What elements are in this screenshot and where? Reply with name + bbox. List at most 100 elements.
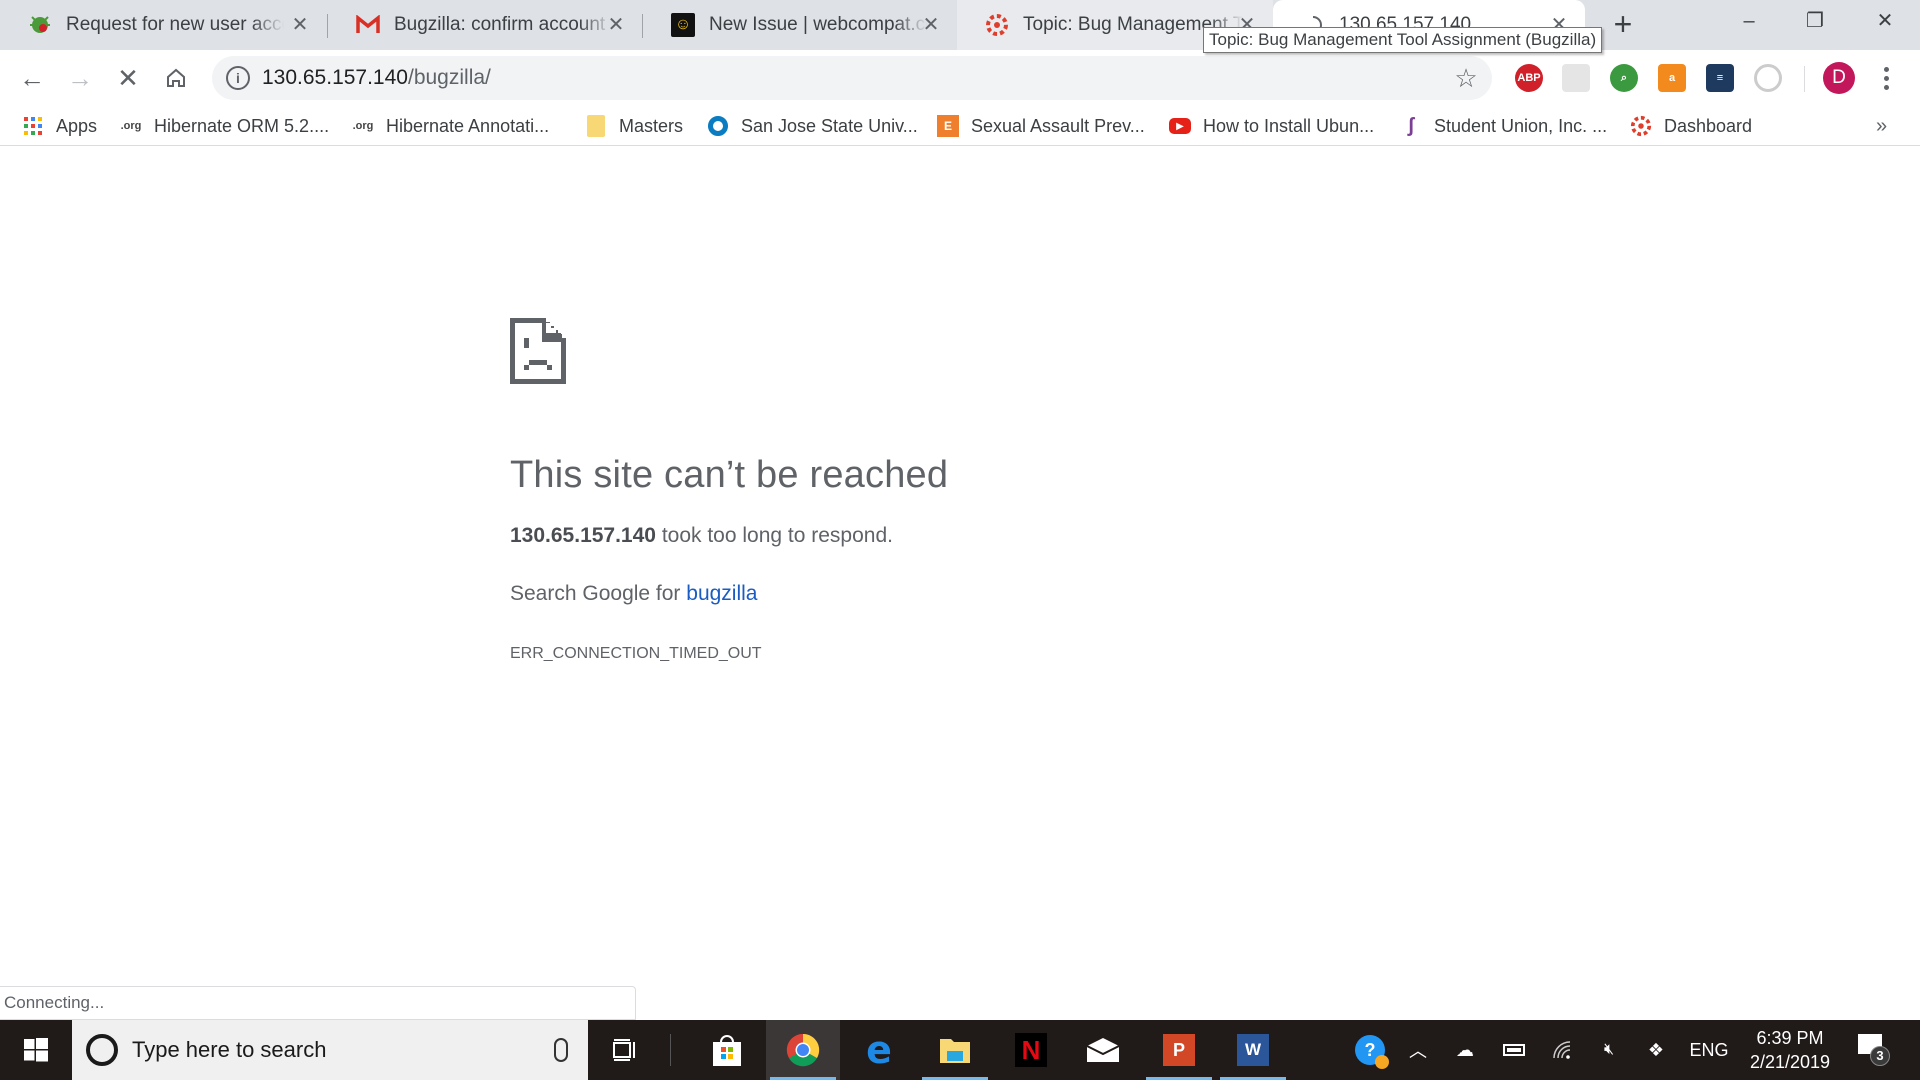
stop-button[interactable]: ✕ (108, 58, 148, 98)
chevron-up-icon: ︿ (1409, 1041, 1427, 1061)
close-window-button[interactable]: ✕ (1852, 0, 1918, 42)
tab-title: New Issue | webcompat.com (709, 14, 927, 35)
taskbar-edge[interactable]: e (842, 1020, 916, 1080)
bookmark-hibernate-annotations[interactable]: .org Hibernate Annotati... (352, 106, 550, 146)
error-message: took too long to respond. (655, 524, 893, 547)
search-extension-icon[interactable]: ⌕ (1610, 64, 1638, 92)
close-icon: ✕ (1876, 10, 1894, 32)
grey-extension-icon[interactable] (1562, 64, 1590, 92)
youtube-icon: ▶ (1169, 118, 1191, 134)
taskbar-search-box[interactable]: Type here to search (72, 1020, 588, 1080)
folder-icon (585, 115, 607, 137)
taskbar-netflix[interactable]: N (994, 1020, 1068, 1080)
taskbar-file-explorer[interactable] (918, 1020, 992, 1080)
dropbox-icon[interactable]: ❖ (1638, 1020, 1674, 1080)
word-icon: W (1237, 1034, 1269, 1066)
shopping-bag-extension-icon[interactable]: a (1658, 64, 1686, 92)
status-bubble: Connecting... (0, 986, 636, 1020)
forward-button[interactable]: → (60, 58, 100, 98)
address-bar[interactable]: i 130.65.157.140/bugzilla/ ☆ (212, 56, 1492, 100)
bookmark-student-union[interactable]: ʃ Student Union, Inc. ... (1400, 106, 1607, 146)
input-language[interactable]: ENG (1684, 1020, 1734, 1080)
taskbar-word[interactable]: W (1216, 1020, 1290, 1080)
bookmarks-bar: Apps .org Hibernate ORM 5.2.... .org Hib… (0, 106, 1920, 146)
restore-button[interactable]: ❐ (1782, 0, 1848, 42)
taskbar-microsoft-store[interactable] (690, 1020, 764, 1080)
battery-icon[interactable] (1496, 1020, 1532, 1080)
abp-label: ABP (1517, 72, 1541, 84)
info-icon[interactable]: i (226, 66, 250, 90)
bookmark-folder-masters[interactable]: Masters (585, 106, 683, 146)
suggestion-prefix: Search Google for (510, 582, 687, 605)
new-tab-button[interactable]: + (1606, 8, 1640, 42)
tab-title: Bugzilla: confirm account creation (394, 14, 612, 35)
start-button[interactable] (0, 1020, 72, 1080)
tab-tooltip: Topic: Bug Management Tool Assignment (B… (1203, 27, 1603, 53)
onedrive-icon[interactable]: ☁ (1446, 1020, 1484, 1080)
error-host: 130.65.157.140 (510, 524, 656, 547)
bugzilla-bug-icon (28, 13, 52, 37)
bookmark-sjsu[interactable]: San Jose State Univ... (707, 106, 918, 146)
microphone-icon[interactable] (554, 1038, 568, 1062)
system-clock[interactable]: 6:39 PM 2/21/2019 (1740, 1026, 1840, 1074)
bookmark-star-icon[interactable]: ☆ (1450, 62, 1482, 94)
toolbar-separator (1804, 66, 1805, 92)
close-tab-icon[interactable]: ✕ (288, 13, 312, 37)
url-host: 130.65.157.140 (262, 66, 408, 89)
bookmark-apps[interactable]: Apps (22, 106, 97, 146)
bookmarks-overflow-button[interactable]: » (1876, 106, 1887, 146)
error-code: ERR_CONNECTION_TIMED_OUT (510, 645, 762, 662)
task-view-icon (613, 1039, 635, 1061)
tab-webcompat[interactable]: ☺ New Issue | webcompat.com ✕ (643, 0, 957, 50)
restore-icon: ❐ (1806, 10, 1824, 32)
back-button[interactable]: ← (12, 58, 52, 98)
clock-date: 2/21/2019 (1749, 1052, 1831, 1072)
file-explorer-icon (940, 1039, 970, 1063)
profile-avatar[interactable]: D (1823, 62, 1855, 94)
bookmark-hibernate-orm[interactable]: .org Hibernate ORM 5.2.... (120, 106, 329, 146)
tab-strip: Request for new user account ✕ Bugzilla:… (0, 0, 1920, 50)
home-button[interactable] (156, 58, 196, 98)
server-extension-icon[interactable]: ≡ (1706, 64, 1734, 92)
minimize-button[interactable]: – (1716, 0, 1782, 42)
chrome-menu-button[interactable] (1874, 60, 1898, 96)
tab-request-account[interactable]: Request for new user account ✕ (0, 0, 326, 50)
taskbar-chrome[interactable] (766, 1020, 840, 1080)
task-view-button[interactable] (588, 1020, 662, 1080)
bookmark-label: Hibernate Annotati... (386, 115, 550, 136)
search-suggestion: Search Google for bugzilla (510, 582, 757, 606)
close-tab-icon[interactable]: ✕ (919, 13, 943, 37)
search-google-link[interactable]: bugzilla (686, 582, 757, 605)
everfi-icon: E (937, 115, 959, 137)
tab-title: Request for new user account (66, 14, 284, 35)
tab-gmail[interactable]: Bugzilla: confirm account creation ✕ (328, 0, 642, 50)
wifi-icon[interactable] (1544, 1020, 1580, 1080)
bookmark-label: Student Union, Inc. ... (1434, 115, 1608, 136)
student-union-icon: ʃ (1407, 114, 1415, 137)
sjsu-icon (707, 115, 729, 137)
microsoft-store-icon (713, 1035, 741, 1066)
bookmark-label: San Jose State Univ... (741, 115, 918, 136)
action-center-button[interactable]: 3 (1858, 1034, 1890, 1066)
bookmark-install-ubuntu[interactable]: ▶ How to Install Ubun... (1169, 106, 1374, 146)
home-icon (167, 68, 185, 87)
url-text[interactable]: 130.65.157.140/bugzilla/ (262, 56, 491, 100)
bookmark-sexual-assault-prevention[interactable]: E Sexual Assault Prev... (937, 106, 1145, 146)
canvas-icon (985, 13, 1009, 37)
close-tab-icon[interactable]: ✕ (604, 13, 628, 37)
bookmark-dashboard[interactable]: Dashboard (1630, 106, 1752, 146)
bookmark-label: Masters (619, 115, 684, 136)
volume-muted-icon[interactable]: 🔇︎ (1590, 1020, 1628, 1080)
circle-extension-icon[interactable] (1754, 64, 1782, 92)
clock-time: 6:39 PM (1756, 1028, 1824, 1048)
edge-icon: e (866, 1028, 892, 1072)
tray-help-icon[interactable]: ? (1350, 1020, 1390, 1080)
cortana-icon[interactable] (86, 1034, 118, 1066)
show-hidden-icons-button[interactable]: ︿ (1402, 1020, 1434, 1080)
taskbar-powerpoint[interactable]: P (1142, 1020, 1216, 1080)
taskbar-mail[interactable] (1066, 1020, 1140, 1080)
powerpoint-icon: P (1163, 1034, 1195, 1066)
back-arrow-icon: ← (19, 62, 45, 93)
url-path: /bugzilla/ (407, 66, 491, 89)
adblock-plus-icon[interactable]: ABP (1515, 64, 1543, 92)
